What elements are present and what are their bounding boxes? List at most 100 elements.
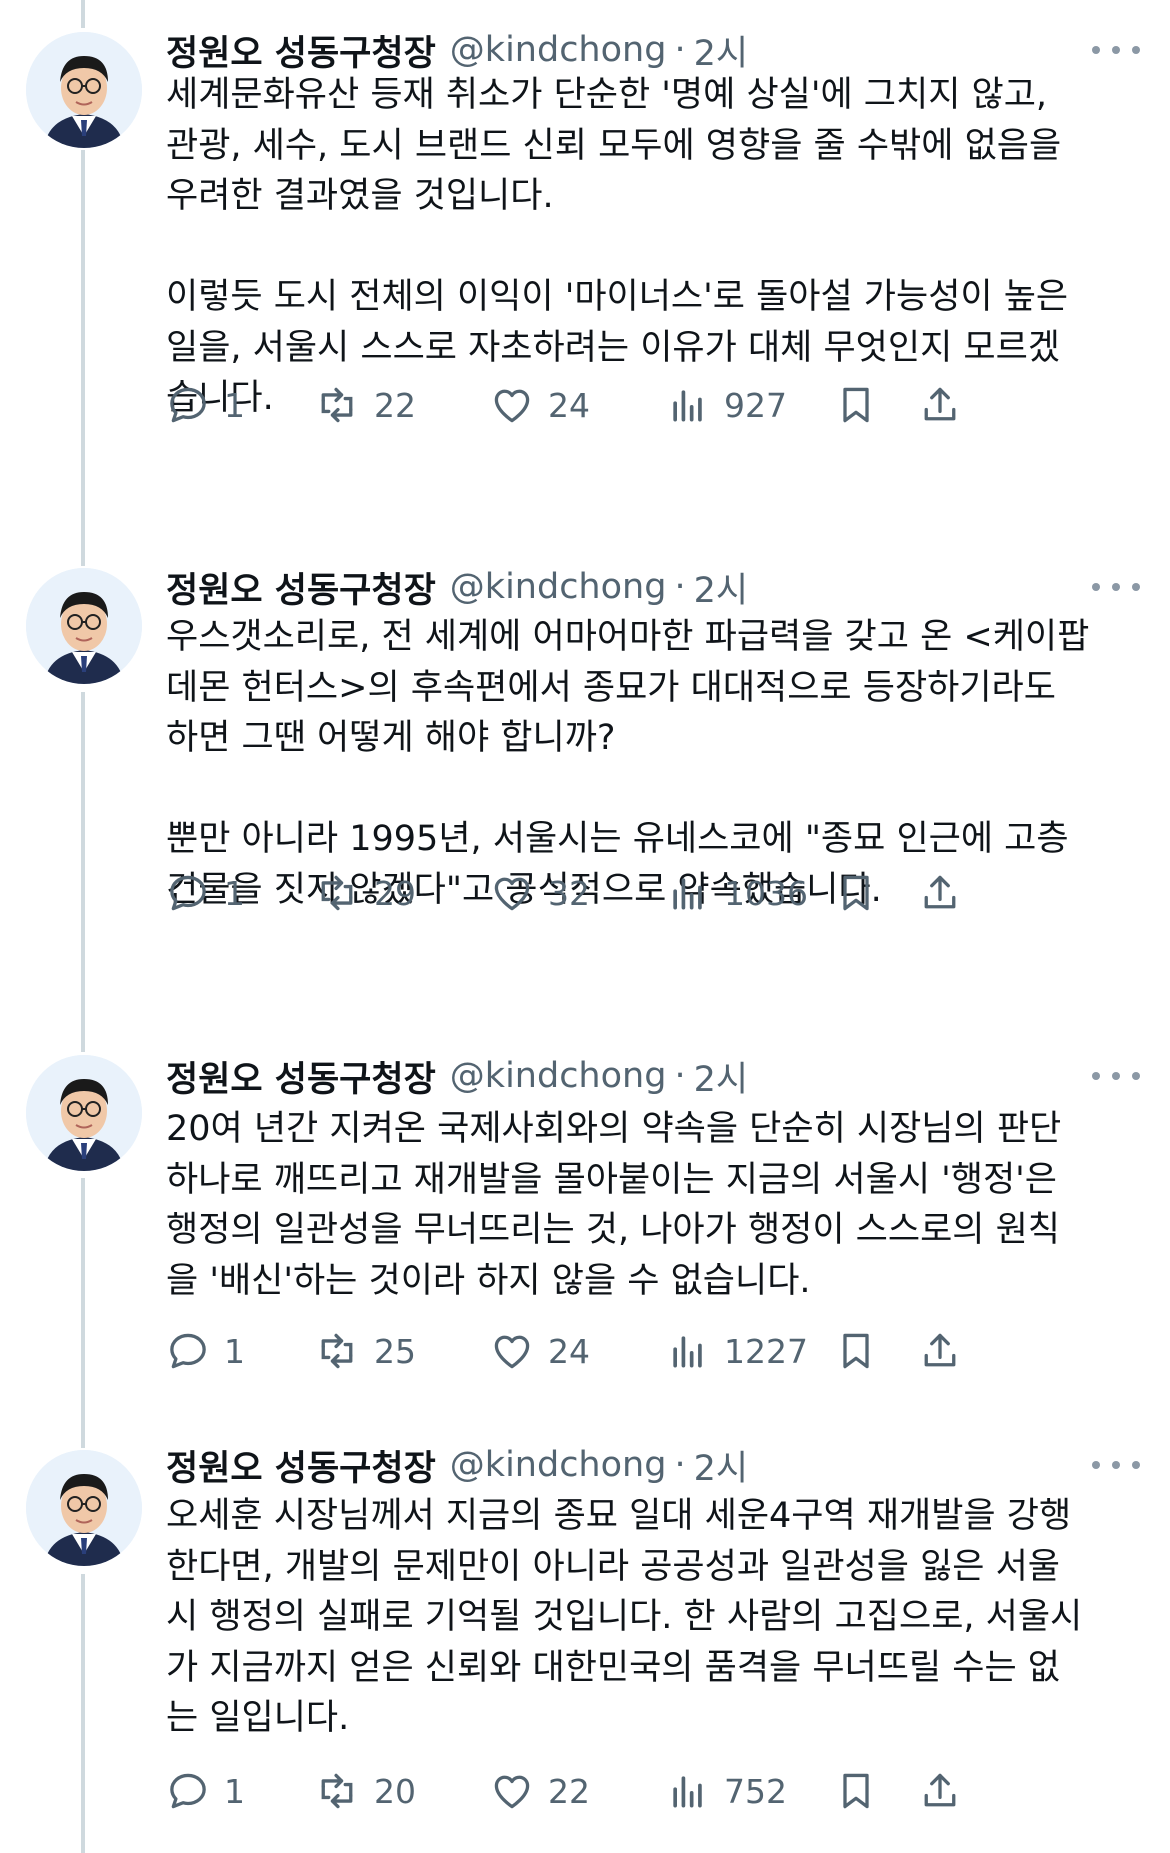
tweet-header: 정원오 성동구청장 @kindchong · 2시: [166, 28, 748, 74]
timestamp[interactable]: 2시: [694, 1440, 748, 1491]
tweet-header: 정원오 성동구청장 @kindchong · 2시: [166, 565, 748, 611]
bookmark-button[interactable]: [834, 1766, 878, 1816]
author-handle[interactable]: @kindchong: [450, 1445, 667, 1485]
avatar[interactable]: [26, 568, 142, 684]
heart-icon: [494, 389, 530, 423]
retweet-icon: [321, 1773, 353, 1809]
share-icon: [924, 875, 956, 909]
action-bar: 1 25 24 1227: [166, 1326, 1136, 1376]
author-handle[interactable]: @kindchong: [450, 1056, 667, 1096]
retweet-count: 22: [374, 385, 416, 425]
views-button[interactable]: 927: [666, 380, 787, 430]
more-icon[interactable]: [1092, 1064, 1140, 1088]
views-count: 752: [724, 1771, 787, 1811]
heart-icon: [494, 1775, 530, 1809]
share-icon: [924, 1333, 956, 1367]
tweet-text: 오세훈 시장님께서 지금의 종묘 일대 세운4구역 재개발을 강행 한다면, 개…: [166, 1496, 1083, 1738]
reply-button[interactable]: 1: [166, 380, 245, 430]
share-button[interactable]: [918, 1766, 962, 1816]
like-button[interactable]: 24: [490, 1326, 590, 1376]
tweet-header: 정원오 성동구청장 @kindchong · 2시: [166, 1054, 748, 1100]
thread-line: [81, 1574, 85, 1853]
profile-photo-icon: [26, 1450, 142, 1566]
tweet-text: 20여 년간 지켜온 국제사회와의 약속을 단순히 시장님의 판단 하나로 깨뜨…: [166, 1109, 1062, 1301]
retweet-button[interactable]: 25: [314, 1326, 416, 1376]
reply-count: 1: [224, 1771, 245, 1811]
author-name[interactable]: 정원오 성동구청장: [166, 1440, 436, 1491]
action-bar: 1 22 24 927: [166, 380, 1136, 430]
views-count: 1227: [724, 1331, 808, 1371]
bookmark-button[interactable]: [834, 380, 878, 430]
bookmark-icon: [843, 875, 869, 911]
author-name[interactable]: 정원오 성동구청장: [166, 1051, 436, 1102]
share-button[interactable]: [918, 868, 962, 918]
reply-button[interactable]: 1: [166, 1326, 245, 1376]
tweet-text: 세계문화유산 등재 취소가 단순한 '명예 상실'에 그치지 않고, 관광, 세…: [166, 75, 1069, 418]
share-button[interactable]: [918, 1326, 962, 1376]
timestamp[interactable]: 2시: [694, 1051, 748, 1102]
avatar[interactable]: [26, 1055, 142, 1171]
profile-photo-icon: [26, 1055, 142, 1171]
author-name[interactable]: 정원오 성동구청장: [166, 562, 436, 613]
bookmark-icon: [843, 1333, 869, 1369]
more-icon[interactable]: [1092, 38, 1140, 62]
tweet-header: 정원오 성동구청장 @kindchong · 2시: [166, 1443, 748, 1489]
avatar[interactable]: [26, 32, 142, 148]
views-button[interactable]: 752: [666, 1766, 787, 1816]
more-icon[interactable]: [1092, 1453, 1140, 1477]
bookmark-button[interactable]: [834, 868, 878, 918]
bookmark-button[interactable]: [834, 1326, 878, 1376]
separator-dot: ·: [674, 1056, 686, 1096]
like-button[interactable]: 24: [490, 380, 590, 430]
views-icon: [673, 1336, 702, 1368]
thread-line: [81, 0, 85, 28]
reply-icon: [170, 387, 206, 423]
share-icon: [924, 1773, 956, 1807]
timestamp[interactable]: 2시: [694, 562, 748, 613]
separator-dot: ·: [674, 567, 686, 607]
profile-photo-icon: [26, 32, 142, 148]
views-icon: [673, 878, 702, 910]
views-count: 1036: [724, 873, 808, 913]
thread-line: [81, 692, 85, 1052]
retweet-button[interactable]: 22: [314, 380, 416, 430]
author-handle[interactable]: @kindchong: [450, 567, 667, 607]
like-count: 24: [548, 385, 590, 425]
views-icon: [673, 1776, 702, 1808]
like-count: 24: [548, 1331, 590, 1371]
more-icon[interactable]: [1092, 575, 1140, 599]
reply-count: 1: [224, 385, 245, 425]
author-handle[interactable]: @kindchong: [450, 30, 667, 70]
retweet-icon: [321, 1333, 353, 1369]
timestamp[interactable]: 2시: [694, 25, 748, 76]
tweet-thread: 정원오 성동구청장 @kindchong · 2시 세계문화유산 등재 취소가 …: [0, 0, 1170, 1853]
author-name[interactable]: 정원오 성동구청장: [166, 25, 436, 76]
views-icon: [673, 390, 702, 422]
views-button[interactable]: 1227: [666, 1326, 808, 1376]
thread-line: [81, 150, 85, 566]
reply-icon: [170, 1333, 206, 1369]
like-button[interactable]: 32: [490, 868, 590, 918]
separator-dot: ·: [674, 30, 686, 70]
reply-icon: [170, 875, 206, 911]
reply-count: 1: [224, 873, 245, 913]
views-button[interactable]: 1036: [666, 868, 808, 918]
retweet-icon: [321, 875, 353, 911]
retweet-button[interactable]: 29: [314, 868, 416, 918]
retweet-icon: [321, 387, 353, 423]
retweet-count: 29: [374, 873, 416, 913]
profile-photo-icon: [26, 568, 142, 684]
action-bar: 1 20 22 752: [166, 1766, 1136, 1816]
reply-count: 1: [224, 1331, 245, 1371]
views-count: 927: [724, 385, 787, 425]
like-count: 32: [548, 873, 590, 913]
thread-line: [81, 1178, 85, 1448]
reply-button[interactable]: 1: [166, 1766, 245, 1816]
share-button[interactable]: [918, 380, 962, 430]
share-icon: [924, 387, 956, 421]
reply-button[interactable]: 1: [166, 868, 245, 918]
like-button[interactable]: 22: [490, 1766, 590, 1816]
retweet-button[interactable]: 20: [314, 1766, 416, 1816]
avatar[interactable]: [26, 1450, 142, 1566]
bookmark-icon: [843, 1773, 869, 1809]
